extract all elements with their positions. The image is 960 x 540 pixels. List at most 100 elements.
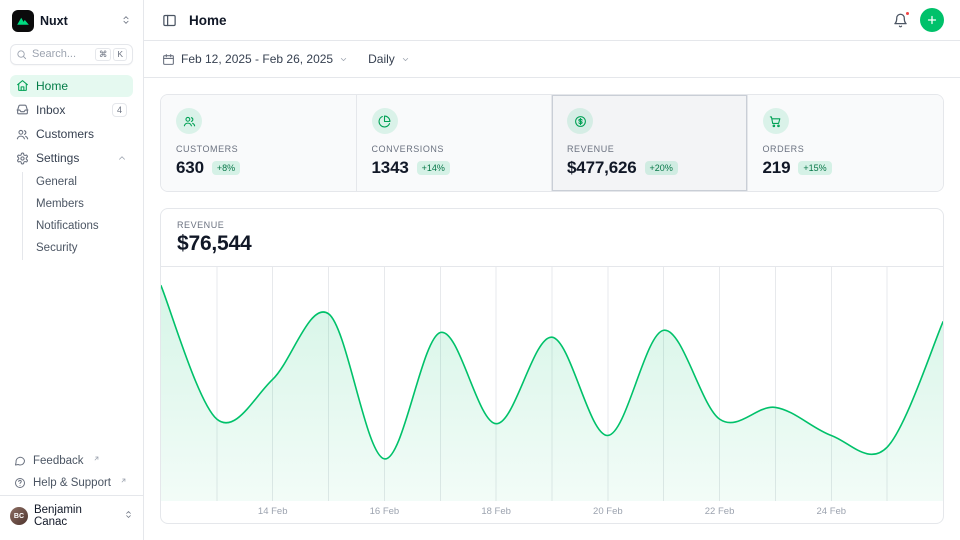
message-bubble-icon [14, 455, 26, 467]
sidebar-item-home[interactable]: Home [10, 75, 133, 97]
sidebar-item-label: General [36, 176, 77, 188]
chevron-down-icon [401, 55, 410, 64]
users-icon [16, 128, 29, 141]
add-button[interactable] [920, 8, 944, 32]
x-axis-label: 20 Feb [593, 506, 623, 517]
feedback-label: Feedback [33, 455, 84, 467]
help-support-link[interactable]: Help & Support [10, 473, 133, 493]
home-icon [16, 79, 29, 92]
sidebar-item-label: Customers [36, 127, 94, 141]
chevrons-up-down-icon [124, 510, 133, 522]
stat-delta-badge: +14% [417, 161, 450, 175]
page-title: Home [189, 13, 227, 28]
search-input[interactable] [32, 48, 80, 60]
sidebar-footer: Feedback Help & Support BC Benjamin Cana… [10, 451, 133, 540]
sidebar-item-members[interactable]: Members [32, 194, 133, 214]
stat-label: ORDERS [763, 144, 929, 154]
stat-label: CONVERSIONS [372, 144, 537, 154]
x-axis-labels: 14 Feb 16 Feb 18 Feb 20 Feb 22 Feb 24 Feb [161, 501, 943, 523]
stat-label: REVENUE [567, 144, 732, 154]
sidebar-item-label: Settings [36, 151, 79, 165]
revenue-chart[interactable]: 14 Feb 16 Feb 18 Feb 20 Feb 22 Feb 24 Feb [161, 267, 943, 523]
stat-card-conversions[interactable]: CONVERSIONS 1343 +14% [357, 95, 553, 191]
workspace-switcher[interactable]: Nuxt [10, 8, 133, 34]
date-range-label: Feb 12, 2025 - Feb 26, 2025 [181, 52, 333, 66]
chevron-up-icon [117, 153, 127, 163]
date-range-picker[interactable]: Feb 12, 2025 - Feb 26, 2025 [160, 48, 350, 70]
page-header: Home [144, 0, 960, 41]
feedback-link[interactable]: Feedback [10, 451, 133, 471]
settings-subnav: General Members Notifications Security [22, 172, 133, 260]
kbd-meta: ⌘ [95, 48, 112, 61]
sidebar-item-inbox[interactable]: Inbox 4 [10, 99, 133, 122]
x-axis-label: 14 Feb [258, 506, 288, 517]
collapse-sidebar-button[interactable] [160, 11, 179, 30]
search-icon [16, 49, 27, 60]
chart-metric-value: $76,544 [177, 232, 927, 256]
x-axis-label: 22 Feb [705, 506, 735, 517]
revenue-chart-card: REVENUE $76,544 [160, 208, 944, 524]
granularity-label: Daily [368, 52, 395, 66]
sidebar-item-general[interactable]: General [32, 172, 133, 192]
sidebar-item-security[interactable]: Security [32, 238, 133, 258]
notification-dot [905, 11, 910, 16]
inbox-count-badge: 4 [112, 103, 127, 118]
sidebar-item-label: Home [36, 79, 68, 93]
external-link-icon [120, 477, 127, 484]
stats-row: CUSTOMERS 630 +8% CONVERSIONS 1343 +14% [160, 94, 944, 192]
stat-card-customers[interactable]: CUSTOMERS 630 +8% [161, 95, 357, 191]
x-axis-label: 24 Feb [816, 506, 846, 517]
sidebar-item-label: Members [36, 198, 84, 210]
users-icon [176, 108, 202, 134]
stat-value: 1343 [372, 158, 409, 178]
notifications-button[interactable] [891, 11, 910, 30]
gear-icon [16, 152, 29, 165]
plus-icon [926, 14, 938, 26]
sidebar: Nuxt ⌘ K Home [0, 0, 144, 540]
sidebar-item-label: Inbox [36, 103, 65, 117]
chart-metric-label: REVENUE [177, 220, 927, 230]
user-name: Benjamin Canac [34, 504, 118, 528]
main-panel: Home Feb 12, 2025 - Feb 26, 2025 [144, 0, 960, 540]
stat-value: 219 [763, 158, 791, 178]
granularity-select[interactable]: Daily [366, 48, 412, 70]
sidebar-item-notifications[interactable]: Notifications [32, 216, 133, 236]
avatar: BC [10, 507, 28, 525]
filters-toolbar: Feb 12, 2025 - Feb 26, 2025 Daily [144, 41, 960, 78]
search-box[interactable]: ⌘ K [10, 44, 133, 65]
content: CUSTOMERS 630 +8% CONVERSIONS 1343 +14% [144, 78, 960, 540]
stat-delta-badge: +15% [798, 161, 831, 175]
dollar-circle-icon [567, 108, 593, 134]
stat-card-revenue[interactable]: REVENUE $477,626 +20% [552, 95, 748, 191]
external-link-icon [93, 455, 100, 462]
kbd-key: K [113, 48, 127, 61]
chevron-down-icon [339, 55, 348, 64]
stat-value: $477,626 [567, 158, 637, 178]
revenue-chart-svg [161, 267, 943, 501]
chart-header: REVENUE $76,544 [161, 209, 943, 267]
sidebar-nav: Home Inbox 4 Customers Settings [10, 75, 133, 265]
search-shortcut: ⌘ K [95, 48, 127, 61]
calendar-icon [162, 53, 175, 66]
sidebar-item-customers[interactable]: Customers [10, 123, 133, 145]
stat-label: CUSTOMERS [176, 144, 341, 154]
shopping-cart-icon [763, 108, 789, 134]
nuxt-logo [12, 10, 34, 32]
stat-delta-badge: +20% [645, 161, 678, 175]
user-menu[interactable]: BC Benjamin Canac [0, 495, 143, 536]
stat-card-orders[interactable]: ORDERS 219 +15% [748, 95, 944, 191]
workspace-name: Nuxt [40, 14, 68, 28]
chevrons-up-down-icon [121, 12, 131, 30]
sidebar-item-label: Security [36, 242, 78, 254]
sidebar-item-label: Notifications [36, 220, 99, 232]
help-circle-icon [14, 477, 26, 489]
x-axis-label: 16 Feb [370, 506, 400, 517]
stat-delta-badge: +8% [212, 161, 240, 175]
inbox-icon [16, 103, 29, 116]
sidebar-item-settings[interactable]: Settings [10, 147, 133, 169]
chart-pie-icon [372, 108, 398, 134]
x-axis-label: 18 Feb [481, 506, 511, 517]
stat-value: 630 [176, 158, 204, 178]
app: Nuxt ⌘ K Home [0, 0, 960, 540]
help-support-label: Help & Support [33, 477, 111, 489]
